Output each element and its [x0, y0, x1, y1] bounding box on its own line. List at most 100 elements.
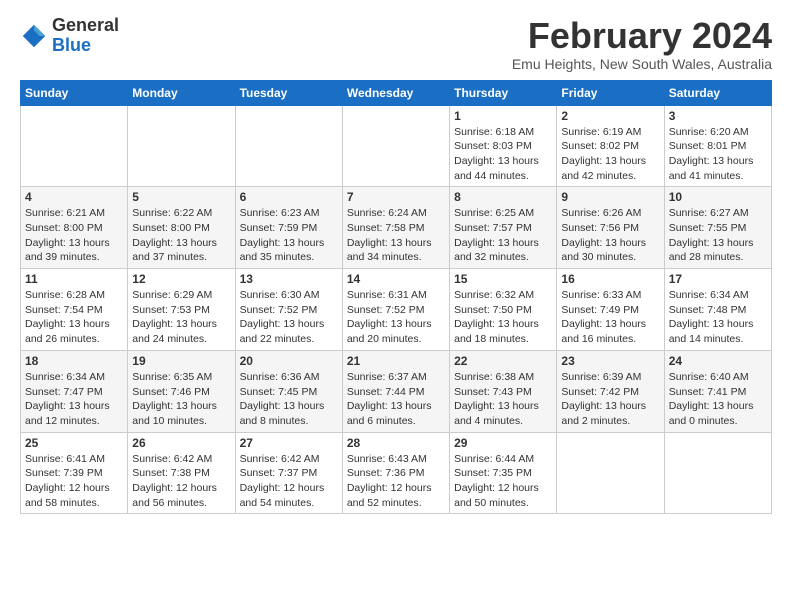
calendar-cell: 24Sunrise: 6:40 AM Sunset: 7:41 PM Dayli…: [664, 350, 771, 432]
day-number: 23: [561, 354, 659, 368]
day-detail: Sunrise: 6:35 AM Sunset: 7:46 PM Dayligh…: [132, 370, 230, 429]
day-number: 2: [561, 109, 659, 123]
calendar-cell: 12 Sunrise: 6:29 AM Sunset: 7:53 PM Dayli…: [128, 269, 235, 351]
day-number: 15: [454, 272, 552, 286]
day-detail: Sunrise: 6:42 AM Sunset: 7:38 PM Dayligh…: [132, 452, 230, 511]
day-number: 17: [669, 272, 767, 286]
day-number: 8: [454, 190, 552, 204]
day-detail: Sunrise: 6:22 AM Sunset: 8:00 PM Dayligh…: [132, 206, 230, 265]
calendar-cell: 18 Sunrise: 6:34 AM Sunset: 7:47 PM Dayli…: [21, 350, 128, 432]
calendar-cell: 27 Sunrise: 6:42 AM Sunset: 7:37 PM Dayli…: [235, 432, 342, 514]
day-detail: Sunrise: 6:30 AM Sunset: 7:52 PM Dayligh…: [240, 288, 338, 347]
calendar-cell: [557, 432, 664, 514]
day-detail: Sunrise: 6:33 AM Sunset: 7:49 PM Dayligh…: [561, 288, 659, 347]
day-header-wednesday: Wednesday: [342, 80, 449, 105]
calendar-cell: 23 Sunrise: 6:39 AM Sunset: 7:42 PM Dayli…: [557, 350, 664, 432]
day-number: 11: [25, 272, 123, 286]
day-number: 16: [561, 272, 659, 286]
day-detail: Sunrise: 6:44 AM Sunset: 7:35 PM Dayligh…: [454, 452, 552, 511]
week-row-2: 4 Sunrise: 6:21 AM Sunset: 8:00 PM Daylig…: [21, 187, 772, 269]
day-detail: Sunrise: 6:21 AM Sunset: 8:00 PM Dayligh…: [25, 206, 123, 265]
day-header-friday: Friday: [557, 80, 664, 105]
day-number: 27: [240, 436, 338, 450]
day-header-tuesday: Tuesday: [235, 80, 342, 105]
day-number: 1: [454, 109, 552, 123]
day-detail: Sunrise: 6:36 AM Sunset: 7:45 PM Dayligh…: [240, 370, 338, 429]
week-row-5: 25 Sunrise: 6:41 AM Sunset: 7:39 PM Dayli…: [21, 432, 772, 514]
calendar-cell: [128, 105, 235, 187]
day-detail: Sunrise: 6:26 AM Sunset: 7:56 PM Dayligh…: [561, 206, 659, 265]
day-detail: Sunrise: 6:18 AM Sunset: 8:03 PM Dayligh…: [454, 125, 552, 184]
day-detail: Sunrise: 6:27 AM Sunset: 7:55 PM Dayligh…: [669, 206, 767, 265]
day-number: 26: [132, 436, 230, 450]
calendar-cell: 21 Sunrise: 6:37 AM Sunset: 7:44 PM Dayli…: [342, 350, 449, 432]
day-number: 4: [25, 190, 123, 204]
day-detail: Sunrise: 6:28 AM Sunset: 7:54 PM Dayligh…: [25, 288, 123, 347]
calendar-cell: 7 Sunrise: 6:24 AM Sunset: 7:58 PM Daylig…: [342, 187, 449, 269]
calendar-cell: 25 Sunrise: 6:41 AM Sunset: 7:39 PM Dayli…: [21, 432, 128, 514]
week-row-1: 1 Sunrise: 6:18 AM Sunset: 8:03 PM Daylig…: [21, 105, 772, 187]
calendar-cell: 10 Sunrise: 6:27 AM Sunset: 7:55 PM Dayli…: [664, 187, 771, 269]
month-title: February 2024: [512, 16, 772, 56]
day-detail: Sunrise: 6:42 AM Sunset: 7:37 PM Dayligh…: [240, 452, 338, 511]
calendar-cell: 26 Sunrise: 6:42 AM Sunset: 7:38 PM Dayli…: [128, 432, 235, 514]
day-detail: Sunrise: 6:29 AM Sunset: 7:53 PM Dayligh…: [132, 288, 230, 347]
calendar-cell: 4 Sunrise: 6:21 AM Sunset: 8:00 PM Daylig…: [21, 187, 128, 269]
day-detail: Sunrise: 6:23 AM Sunset: 7:59 PM Dayligh…: [240, 206, 338, 265]
calendar-cell: [664, 432, 771, 514]
day-number: 9: [561, 190, 659, 204]
calendar-cell: [342, 105, 449, 187]
day-number: 5: [132, 190, 230, 204]
day-detail: Sunrise: 6:34 AM Sunset: 7:47 PM Dayligh…: [25, 370, 123, 429]
calendar-cell: 17 Sunrise: 6:34 AM Sunset: 7:48 PM Dayli…: [664, 269, 771, 351]
page-header: General Blue February 2024 Emu Heights, …: [20, 16, 772, 72]
day-header-thursday: Thursday: [450, 80, 557, 105]
day-number: 25: [25, 436, 123, 450]
day-number: 3: [669, 109, 767, 123]
calendar-header-row: SundayMondayTuesdayWednesdayThursdayFrid…: [21, 80, 772, 105]
calendar-cell: 14 Sunrise: 6:31 AM Sunset: 7:52 PM Dayli…: [342, 269, 449, 351]
calendar-cell: 2Sunrise: 6:19 AM Sunset: 8:02 PM Daylig…: [557, 105, 664, 187]
day-number: 19: [132, 354, 230, 368]
day-detail: Sunrise: 6:32 AM Sunset: 7:50 PM Dayligh…: [454, 288, 552, 347]
calendar-cell: 16 Sunrise: 6:33 AM Sunset: 7:49 PM Dayli…: [557, 269, 664, 351]
day-number: 14: [347, 272, 445, 286]
calendar-cell: 1 Sunrise: 6:18 AM Sunset: 8:03 PM Daylig…: [450, 105, 557, 187]
calendar-cell: 6Sunrise: 6:23 AM Sunset: 7:59 PM Daylig…: [235, 187, 342, 269]
calendar-cell: 9 Sunrise: 6:26 AM Sunset: 7:56 PM Daylig…: [557, 187, 664, 269]
day-number: 29: [454, 436, 552, 450]
calendar-cell: [235, 105, 342, 187]
location-subtitle: Emu Heights, New South Wales, Australia: [512, 56, 772, 72]
day-detail: Sunrise: 6:24 AM Sunset: 7:58 PM Dayligh…: [347, 206, 445, 265]
calendar-cell: 15 Sunrise: 6:32 AM Sunset: 7:50 PM Dayli…: [450, 269, 557, 351]
day-detail: Sunrise: 6:25 AM Sunset: 7:57 PM Dayligh…: [454, 206, 552, 265]
day-header-saturday: Saturday: [664, 80, 771, 105]
calendar-cell: 5 Sunrise: 6:22 AM Sunset: 8:00 PM Daylig…: [128, 187, 235, 269]
calendar-cell: 19 Sunrise: 6:35 AM Sunset: 7:46 PM Dayli…: [128, 350, 235, 432]
week-row-4: 18 Sunrise: 6:34 AM Sunset: 7:47 PM Dayli…: [21, 350, 772, 432]
day-number: 18: [25, 354, 123, 368]
day-header-sunday: Sunday: [21, 80, 128, 105]
calendar-cell: 29 Sunrise: 6:44 AM Sunset: 7:35 PM Dayli…: [450, 432, 557, 514]
calendar-cell: 28Sunrise: 6:43 AM Sunset: 7:36 PM Dayli…: [342, 432, 449, 514]
logo-text: General Blue: [52, 16, 119, 56]
day-detail: Sunrise: 6:37 AM Sunset: 7:44 PM Dayligh…: [347, 370, 445, 429]
day-number: 10: [669, 190, 767, 204]
logo-icon: [20, 22, 48, 50]
day-detail: Sunrise: 6:39 AM Sunset: 7:42 PM Dayligh…: [561, 370, 659, 429]
logo: General Blue: [20, 16, 119, 56]
day-detail: Sunrise: 6:34 AM Sunset: 7:48 PM Dayligh…: [669, 288, 767, 347]
calendar-cell: 8 Sunrise: 6:25 AM Sunset: 7:57 PM Daylig…: [450, 187, 557, 269]
title-section: February 2024 Emu Heights, New South Wal…: [512, 16, 772, 72]
day-number: 24: [669, 354, 767, 368]
day-number: 20: [240, 354, 338, 368]
day-number: 7: [347, 190, 445, 204]
day-number: 12: [132, 272, 230, 286]
day-number: 28: [347, 436, 445, 450]
calendar-cell: 20 Sunrise: 6:36 AM Sunset: 7:45 PM Dayli…: [235, 350, 342, 432]
calendar-cell: 11 Sunrise: 6:28 AM Sunset: 7:54 PM Dayli…: [21, 269, 128, 351]
day-detail: Sunrise: 6:20 AM Sunset: 8:01 PM Dayligh…: [669, 125, 767, 184]
day-detail: Sunrise: 6:31 AM Sunset: 7:52 PM Dayligh…: [347, 288, 445, 347]
day-detail: Sunrise: 6:41 AM Sunset: 7:39 PM Dayligh…: [25, 452, 123, 511]
day-number: 21: [347, 354, 445, 368]
